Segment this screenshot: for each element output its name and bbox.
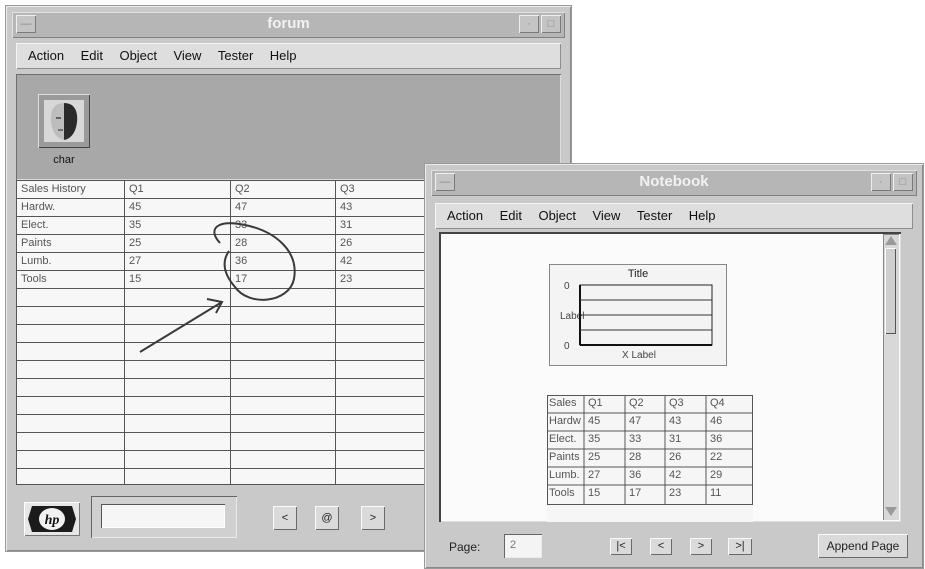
table-cell: 23 <box>669 487 682 499</box>
table-cell: Lumb. <box>549 469 580 481</box>
minimize-icon: · <box>527 18 531 30</box>
notebook-table[interactable]: Sales Q1 Q2 Q3 Q4 Hardw 45 47 43 46 Elec… <box>547 395 753 522</box>
character-icon[interactable] <box>38 94 90 148</box>
notebook-window: — Notebook · □ Action Edit Object View T… <box>424 163 924 569</box>
table-cell: 43 <box>669 415 682 427</box>
table-cell: Paints <box>549 451 580 463</box>
menu-edit[interactable]: Edit <box>81 48 103 63</box>
page-label: Page: <box>449 540 481 554</box>
table-cell: 22 <box>710 451 723 463</box>
at-button[interactable]: @ <box>315 506 339 530</box>
table-cell: 15 <box>588 487 601 499</box>
minimize-icon: · <box>879 176 883 188</box>
notebook-table-grid <box>547 395 753 505</box>
forum-title: forum <box>267 15 310 32</box>
page-number-value: 2 <box>510 539 517 551</box>
last-page-button[interactable]: >| <box>728 538 752 555</box>
menu-object[interactable]: Object <box>119 48 157 63</box>
chart-object[interactable]: Title 0 Label 0 X Label <box>549 264 727 366</box>
header-sales: Sales <box>549 397 577 409</box>
menu-object[interactable]: Object <box>538 208 576 223</box>
prev-page-button[interactable]: < <box>650 538 672 555</box>
table-cell: Hardw <box>549 415 581 427</box>
table-cell: 26 <box>669 451 682 463</box>
scroll-thumb[interactable] <box>885 248 896 334</box>
scroll-down-arrow[interactable] <box>885 507 897 516</box>
character-label: char <box>53 154 75 166</box>
notebook-page: Title 0 Label 0 X Label Sales Q1 Q2 Q3 Q… <box>439 232 901 522</box>
next-page-button[interactable]: > <box>690 538 712 555</box>
notebook-title: Notebook <box>639 173 709 190</box>
face-icon <box>44 100 84 142</box>
forum-menubar: Action Edit Object View Tester Help <box>16 43 561 69</box>
minimize-button[interactable]: · <box>871 173 891 191</box>
next-page-label: > <box>697 540 705 552</box>
next-label: > <box>369 512 377 524</box>
command-input[interactable] <box>91 496 237 538</box>
first-page-label: |< <box>616 540 626 552</box>
maximize-button[interactable]: □ <box>893 173 913 191</box>
page-number-field[interactable]: 2 <box>504 534 542 558</box>
menu-action[interactable]: Action <box>447 208 483 223</box>
header-q1: Q1 <box>588 397 603 409</box>
header-q2: Q2 <box>629 397 644 409</box>
prev-label: < <box>281 512 289 524</box>
table-cell: 35 <box>588 433 601 445</box>
table-cell: 36 <box>629 469 642 481</box>
table-cell: 11 <box>710 487 722 499</box>
table-cell: Tools <box>549 487 575 499</box>
maximize-button[interactable]: □ <box>541 15 561 33</box>
table-cell: 25 <box>588 451 601 463</box>
table-cell: 31 <box>669 433 682 445</box>
table-cell: 29 <box>710 469 723 481</box>
vertical-scrollbar[interactable] <box>883 234 899 520</box>
prev-page-label: < <box>657 540 665 552</box>
table-cell: Elect. <box>549 433 577 445</box>
at-label: @ <box>321 512 333 524</box>
table-cell: 36 <box>710 433 723 445</box>
table-cell: 45 <box>588 415 601 427</box>
prev-button[interactable]: < <box>273 506 297 530</box>
last-page-label: >| <box>735 540 745 552</box>
table-cell: 17 <box>629 487 642 499</box>
append-page-button[interactable]: Append Page <box>818 534 908 558</box>
table-cell: 46 <box>710 415 723 427</box>
notebook-menubar: Action Edit Object View Tester Help <box>435 203 913 229</box>
hp-logo: hp <box>24 502 80 536</box>
menu-view[interactable]: View <box>592 208 620 223</box>
forum-titlebar[interactable]: — forum · □ <box>12 12 565 38</box>
maximize-icon: □ <box>899 176 907 188</box>
maximize-icon: □ <box>547 18 555 30</box>
header-q4: Q4 <box>710 397 725 409</box>
notebook-titlebar[interactable]: — Notebook · □ <box>431 170 917 196</box>
hp-logo-icon: hp <box>28 506 76 532</box>
table-cell: 27 <box>588 469 601 481</box>
table-cell: 28 <box>629 451 642 463</box>
menu-tester[interactable]: Tester <box>218 48 253 63</box>
menu-help[interactable]: Help <box>270 48 297 63</box>
menu-action[interactable]: Action <box>28 48 64 63</box>
header-q3: Q3 <box>669 397 684 409</box>
minimize-button[interactable]: · <box>519 15 539 33</box>
next-button[interactable]: > <box>361 506 385 530</box>
menu-help[interactable]: Help <box>689 208 716 223</box>
scroll-up-arrow[interactable] <box>885 236 897 245</box>
chart-plot-area <box>579 284 713 346</box>
first-page-button[interactable]: |< <box>610 538 632 555</box>
menu-tester[interactable]: Tester <box>637 208 672 223</box>
table-cell: 33 <box>629 433 642 445</box>
append-page-label: Append Page <box>826 539 900 553</box>
menu-view[interactable]: View <box>173 48 201 63</box>
table-cell: 47 <box>629 415 642 427</box>
hp-logo-text: hp <box>45 513 60 528</box>
menu-edit[interactable]: Edit <box>500 208 522 223</box>
table-cell: 42 <box>669 469 682 481</box>
